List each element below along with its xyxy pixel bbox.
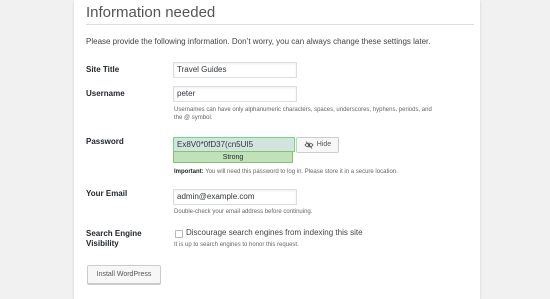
- password-label: Password: [86, 137, 124, 146]
- username-label: Username: [86, 89, 125, 98]
- search-engine-label: Search Engine Visibility: [86, 229, 142, 249]
- search-engine-label-line2: Visibility: [86, 239, 119, 248]
- discourage-search-checkbox[interactable]: [175, 230, 183, 238]
- username-help-line1: Usernames can have only alphanumeric cha…: [174, 107, 432, 113]
- username-input[interactable]: peter: [173, 86, 297, 102]
- intro-text: Please provide the following information…: [86, 37, 431, 46]
- username-help: Usernames can have only alphanumeric cha…: [174, 106, 464, 122]
- email-help: Double-check your email address before c…: [174, 209, 313, 215]
- install-wordpress-button[interactable]: Install WordPress: [87, 265, 161, 284]
- email-label: Your Email: [86, 189, 128, 198]
- hide-password-button[interactable]: Hide: [296, 137, 339, 153]
- email-input[interactable]: admin@example.com: [173, 189, 297, 205]
- title-divider: [86, 24, 474, 25]
- search-engine-help: It is up to search engines to honor this…: [174, 242, 299, 248]
- site-title-input[interactable]: Travel Guides: [173, 62, 297, 78]
- discourage-search-label[interactable]: Discourage search engines from indexing …: [186, 228, 363, 237]
- password-strength-meter: Strong: [173, 151, 293, 163]
- password-input[interactable]: Ex8V0*0fD37(cn5UI5: [173, 137, 295, 152]
- site-title-label: Site Title: [86, 65, 120, 74]
- eye-slash-icon: [304, 141, 314, 149]
- password-help: Important: You will need this password t…: [174, 168, 464, 176]
- password-help-text: You will need this password to log in. P…: [203, 169, 398, 175]
- username-help-line2: the @ symbol.: [174, 115, 213, 121]
- page-title: Information needed: [86, 4, 216, 21]
- important-label: Important:: [174, 169, 204, 175]
- hide-password-label: Hide: [316, 141, 332, 148]
- search-engine-label-line1: Search Engine: [86, 229, 142, 238]
